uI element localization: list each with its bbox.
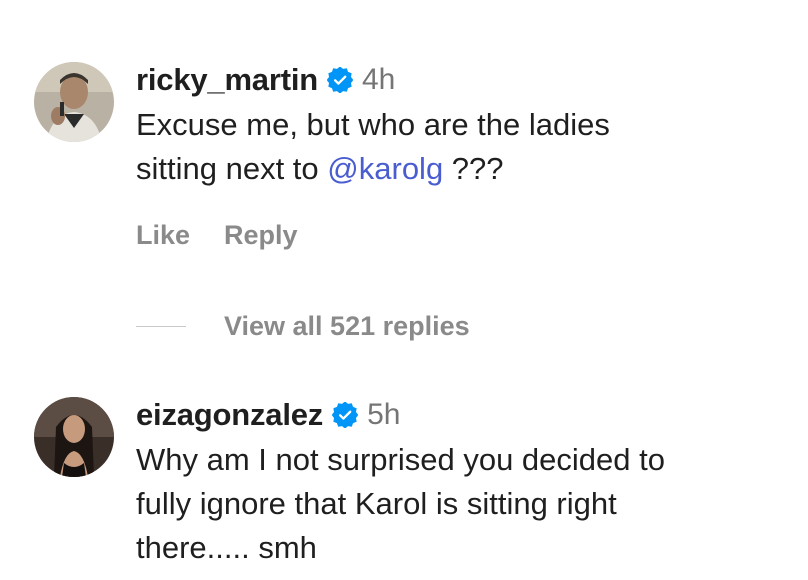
- comment-text: Why am I not surprised you decided to fu…: [136, 438, 786, 570]
- username[interactable]: eizagonzalez: [136, 397, 323, 433]
- comment-text-line: sitting next to @karolg ???: [136, 147, 786, 191]
- comment-text-line: there..... smh: [136, 530, 317, 565]
- avatar-eiza-gonzalez-image: [34, 397, 114, 477]
- comment-text-line: Why am I not surprised you decided to: [136, 442, 665, 477]
- like-button[interactable]: Like: [136, 220, 190, 251]
- view-replies-label: View all 521 replies: [224, 310, 470, 341]
- comment-content: ricky_martin 4h Excuse me, but who are t…: [136, 58, 786, 251]
- comment-text-segment: sitting next to: [136, 151, 328, 186]
- verified-badge-icon: [326, 67, 353, 93]
- verified-badge-icon: [332, 402, 359, 428]
- avatar[interactable]: [34, 397, 114, 477]
- username[interactable]: ricky_martin: [136, 62, 318, 98]
- comment-header: eizagonzalez 5h: [136, 393, 786, 437]
- mention-link[interactable]: @karolg: [327, 151, 443, 186]
- timestamp[interactable]: 5h: [367, 398, 400, 432]
- comment-header: ricky_martin 4h: [136, 58, 786, 102]
- comment-text: Excuse me, but who are the ladies sittin…: [136, 103, 786, 191]
- comment-eiza-gonzalez: eizagonzalez 5h Why am I not surprised y…: [34, 393, 786, 570]
- comment-ricky-martin: ricky_martin 4h Excuse me, but who are t…: [34, 58, 786, 251]
- comment-text-line: Excuse me, but who are the ladies: [136, 107, 610, 142]
- view-replies-button[interactable]: View all 521 replies: [136, 309, 470, 343]
- reply-button[interactable]: Reply: [224, 220, 298, 251]
- avatar-ricky-martin-image: [34, 62, 114, 142]
- timestamp[interactable]: 4h: [362, 63, 395, 97]
- avatar[interactable]: [34, 62, 114, 142]
- comment-text-line: fully ignore that Karol is sitting right: [136, 486, 617, 521]
- comment-content: eizagonzalez 5h Why am I not surprised y…: [136, 393, 786, 570]
- divider-line: [136, 325, 186, 327]
- comment-actions: Like Reply: [136, 220, 786, 251]
- comment-text-segment: ???: [443, 151, 504, 186]
